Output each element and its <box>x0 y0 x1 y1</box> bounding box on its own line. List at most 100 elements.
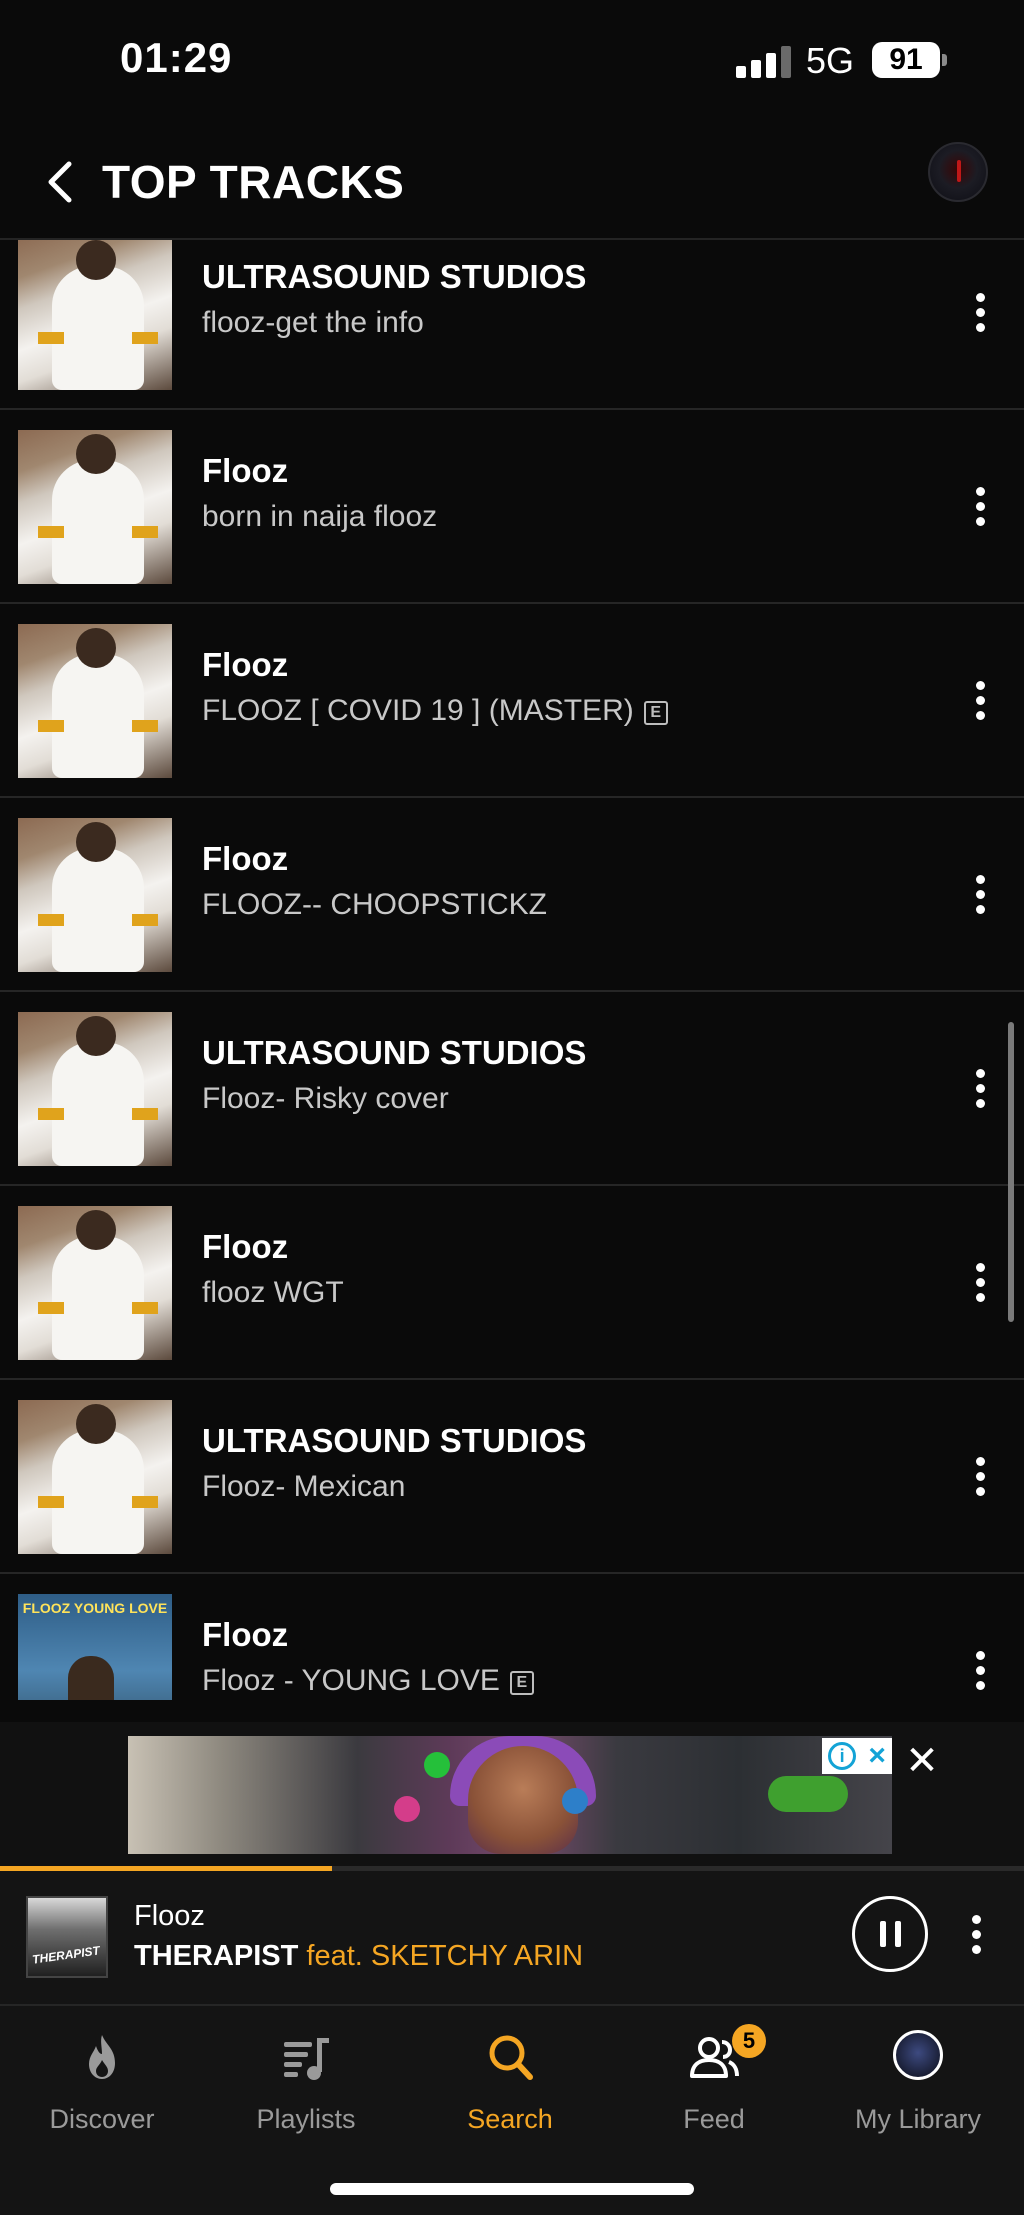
tab-label: Playlists <box>256 2104 356 2134</box>
track-row[interactable]: Flooz FLOOZ-- CHOOPSTICKZ <box>0 798 1024 992</box>
track-more-button[interactable] <box>960 864 1000 924</box>
track-artwork <box>18 818 172 972</box>
explicit-badge: E <box>643 701 668 725</box>
pause-button[interactable] <box>852 1896 928 1972</box>
tab-my-library[interactable]: My Library <box>816 2026 1020 2146</box>
now-playing-track: THERAPIST <box>134 1940 299 1972</box>
track-row[interactable]: Flooz flooz WGT <box>0 1186 1024 1380</box>
track-title: flooz WGT <box>202 1276 344 1310</box>
track-more-button[interactable] <box>960 282 1000 342</box>
track-artist: Flooz <box>202 646 289 683</box>
track-row[interactable]: Flooz FLOOZ [ COVID 19 ] (MASTER) E <box>0 604 1024 798</box>
track-artwork <box>18 624 172 778</box>
info-icon: i <box>828 1742 857 1770</box>
track-artwork <box>18 1012 172 1166</box>
track-title: FLOOZ-- CHOOPSTICKZ <box>202 888 547 922</box>
profile-avatar[interactable] <box>928 142 988 202</box>
track-row[interactable]: ULTRASOUND STUDIOS Flooz- Mexican <box>0 1380 1024 1574</box>
signal-icon <box>736 44 792 78</box>
tab-label: Discover <box>49 2104 155 2134</box>
track-title-text: Flooz- Risky cover <box>202 1082 449 1115</box>
home-indicator <box>330 2183 694 2195</box>
track-row[interactable]: ULTRASOUND STUDIOS Flooz- Risky cover <box>0 992 1024 1186</box>
track-row[interactable]: ULTRASOUND STUDIOS flooz-get the info <box>0 240 1024 410</box>
track-title-text: born in naija flooz <box>202 500 438 533</box>
whatsapp-icon <box>424 1752 450 1778</box>
track-more-button[interactable] <box>960 1640 1000 1700</box>
track-artwork: FLOOZ YOUNG LOVE <box>18 1594 172 1700</box>
track-more-button[interactable] <box>960 476 1000 536</box>
track-list[interactable]: ULTRASOUND STUDIOS flooz-get the info Floo… <box>0 238 1024 1700</box>
status-bar: 01:29 5G 91 <box>0 0 1024 120</box>
track-row[interactable]: FLOOZ YOUNG LOVE Flooz Flooz - YOUNG LOVE E <box>0 1574 1024 1700</box>
track-title-text: Flooz- Mexican <box>202 1470 406 1503</box>
network-type: 5G <box>806 40 855 81</box>
track-title: FLOOZ [ COVID 19 ] (MASTER) E <box>202 694 668 728</box>
social-icon <box>562 1788 588 1814</box>
feed-badge: 5 <box>732 2024 766 2058</box>
track-artist: ULTRASOUND STUDIOS <box>202 258 587 295</box>
track-more-button[interactable] <box>960 1446 1000 1506</box>
track-artwork <box>18 430 172 584</box>
tab-search[interactable]: Search <box>408 2026 612 2146</box>
track-title-text: FLOOZ-- CHOOPSTICKZ <box>202 888 547 921</box>
pause-icon-bar <box>879 1921 886 1947</box>
playlist-icon <box>284 2038 329 2080</box>
ad-banner[interactable] <box>128 1736 892 1854</box>
track-title-text: FLOOZ [ COVID 19 ] (MASTER) <box>202 694 634 727</box>
track-more-button[interactable] <box>960 1252 1000 1312</box>
track-artwork <box>18 1400 172 1554</box>
track-row[interactable]: Flooz born in naija flooz <box>0 410 1024 604</box>
status-time: 01:29 <box>120 34 233 81</box>
tab-discover[interactable]: Discover <box>0 2026 204 2146</box>
tab-label: My Library <box>854 2104 982 2134</box>
track-artist: Flooz <box>202 452 289 489</box>
track-title: Flooz- Mexican <box>202 1470 405 1504</box>
flame-icon <box>89 2035 115 2079</box>
now-playing-title: THERAPIST feat. SKETCHY ARIN <box>134 1940 583 1973</box>
ad-close-button[interactable]: ✕ <box>904 1741 940 1781</box>
instagram-icon <box>394 1796 420 1822</box>
battery-tip <box>942 54 947 66</box>
now-playing-artwork: THERAPIST <box>26 1896 108 1978</box>
track-artist: ULTRASOUND STUDIOS <box>202 1422 587 1459</box>
track-more-button[interactable] <box>960 1058 1000 1118</box>
tab-feed[interactable]: 5 Feed <box>612 2024 816 2146</box>
progress-fill <box>0 1866 332 1871</box>
track-artwork <box>18 1206 172 1360</box>
library-avatar-icon <box>893 2030 943 2080</box>
player-more-button[interactable] <box>956 1904 996 1964</box>
mini-player[interactable]: THERAPIST Flooz THERAPIST feat. SKETCHY … <box>0 1866 1024 2006</box>
now-playing-featuring: feat. SKETCHY ARIN <box>306 1940 584 1972</box>
track-title: Flooz- Risky cover <box>202 1082 449 1116</box>
battery-icon: 91 <box>872 42 940 78</box>
explicit-badge: E <box>509 1671 534 1695</box>
scrollbar[interactable] <box>1008 1022 1014 1322</box>
track-title-text: flooz WGT <box>202 1276 344 1309</box>
tab-label: Search <box>467 2104 553 2134</box>
ad-choices-close-icon: × <box>868 1739 886 1772</box>
now-playing-artist: Flooz <box>134 1900 205 1932</box>
track-artist: Flooz <box>202 1616 289 1653</box>
chevron-left-icon <box>48 161 72 203</box>
track-title: born in naija flooz <box>202 500 437 534</box>
search-icon <box>489 2035 533 2080</box>
track-artist: Flooz <box>202 1228 289 1265</box>
ad-info-button[interactable]: i × <box>822 1738 892 1774</box>
track-artist: ULTRASOUND STUDIOS <box>202 1034 587 1071</box>
tab-label: Feed <box>683 2104 745 2134</box>
page-header: TOP TRACKS <box>0 130 1024 238</box>
track-title: flooz-get the info <box>202 306 424 340</box>
pause-icon-bar <box>894 1921 901 1947</box>
cover-figure <box>68 1656 114 1700</box>
progress-bar[interactable] <box>0 1866 1024 1871</box>
back-button[interactable] <box>28 150 92 214</box>
track-artist: Flooz <box>202 840 289 877</box>
artwork-lettering: THERAPIST <box>31 1943 101 1967</box>
track-title-text: Flooz - YOUNG LOVE <box>202 1664 500 1697</box>
track-artwork <box>18 240 172 390</box>
track-title-text: flooz-get the info <box>202 306 424 339</box>
tab-playlists[interactable]: Playlists <box>204 2026 408 2146</box>
page-title: TOP TRACKS <box>102 156 405 208</box>
track-more-button[interactable] <box>960 670 1000 730</box>
